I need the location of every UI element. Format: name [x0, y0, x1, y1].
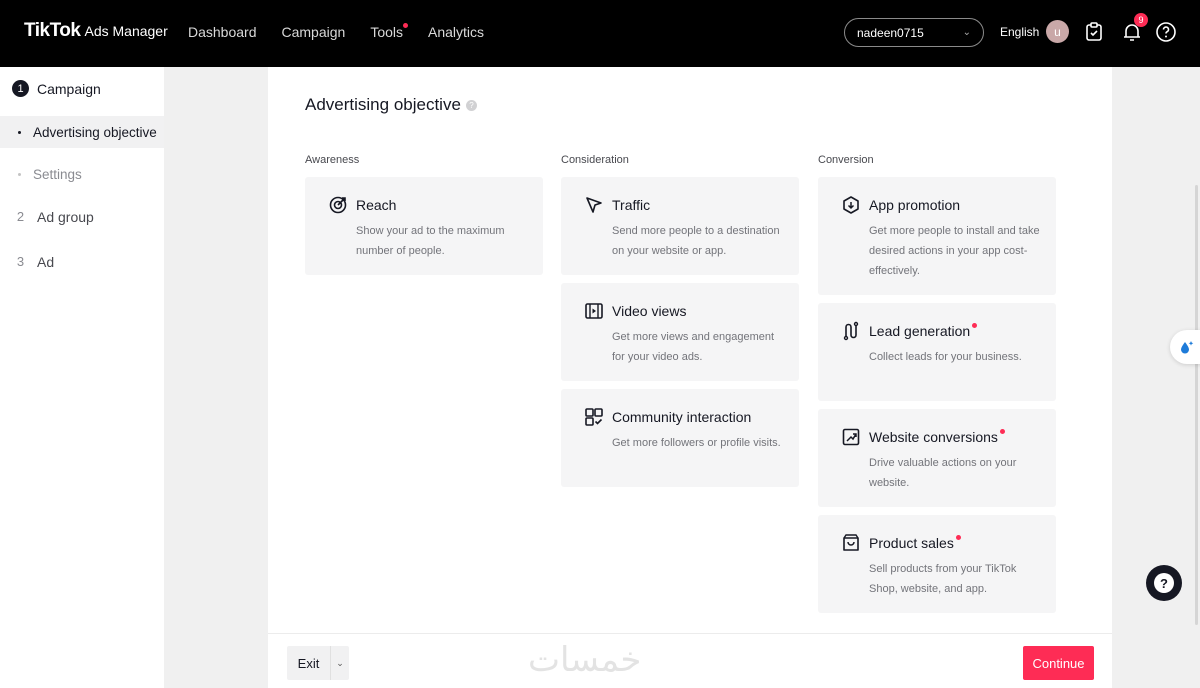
column-label-conversion: Conversion — [818, 154, 874, 166]
exit-label: Exit — [287, 646, 331, 680]
card-description: Drive valuable actions on your website. — [869, 457, 1017, 489]
bag-icon — [843, 534, 859, 551]
card-title-text: Website conversions — [869, 429, 998, 445]
new-indicator-dot — [955, 535, 961, 540]
continue-button[interactable]: Continue — [1023, 646, 1094, 680]
watermark: خمسات — [528, 640, 642, 680]
new-indicator-dot — [403, 23, 409, 28]
question-mark-icon: ? — [1154, 573, 1174, 593]
lead-icon — [843, 321, 859, 341]
card-title: Community interaction — [612, 409, 752, 425]
objective-card-reach[interactable]: Reach Show your ad to the maximum number… — [305, 177, 543, 275]
chevron-down-icon: ⌄ — [962, 27, 971, 38]
objective-card-video-views[interactable]: Video views Get more views and engagemen… — [561, 283, 799, 381]
chart-up-icon — [842, 428, 860, 446]
nav-campaign[interactable]: Campaign — [282, 24, 346, 40]
app-icon — [843, 196, 859, 214]
column-label-consideration: Consideration — [561, 154, 629, 166]
sub-item-label: Advertising objective — [33, 124, 157, 140]
card-description: Sell products from your TikTok Shop, web… — [869, 563, 1017, 595]
objective-card-traffic[interactable]: Traffic Send more people to a destinatio… — [561, 177, 799, 275]
help-chat-button[interactable]: ? — [1146, 565, 1182, 601]
language-selector[interactable]: English — [1000, 25, 1039, 39]
card-title: Reach — [356, 197, 397, 213]
account-name: nadeen0715 — [857, 25, 924, 40]
nav-tools[interactable]: Tools — [370, 23, 409, 40]
objective-card-app-promotion[interactable]: App promotion Get more people to install… — [818, 177, 1056, 295]
step-ad[interactable]: 3 Ad — [12, 253, 54, 270]
objective-card-product-sales[interactable]: Product sales Sell products from your Ti… — [818, 515, 1056, 613]
card-title: Video views — [612, 303, 687, 319]
tiktok-ads-manager-logo[interactable]: TikTok Ads Manager — [24, 20, 168, 42]
step-label: Campaign — [37, 80, 101, 97]
step-number: 2 — [16, 209, 25, 224]
page-title: Advertising objective ? — [305, 95, 477, 115]
card-description: Get more followers or profile visits. — [612, 437, 781, 449]
page-title-text: Advertising objective — [305, 95, 461, 114]
card-description: Get more people to install and take desi… — [869, 225, 1040, 277]
bullet-dot — [18, 172, 21, 176]
objective-panel: Advertising objective ? Awareness Consid… — [268, 67, 1112, 633]
card-description: Send more people to a destination on you… — [612, 225, 780, 257]
card-title: Website conversions — [869, 429, 1005, 445]
new-indicator-dot — [999, 429, 1005, 434]
cursor-icon — [586, 197, 602, 213]
video-icon — [585, 303, 603, 319]
step-ad-group[interactable]: 2 Ad group — [12, 208, 94, 225]
footer-actions: Exit ⌄ خمسات Continue — [268, 633, 1112, 688]
column-label-awareness: Awareness — [305, 154, 360, 166]
card-description: Get more views and engagement for your v… — [612, 331, 775, 363]
objective-card-website-conversions[interactable]: Website conversions Drive valuable actio… — [818, 409, 1056, 507]
card-title: Product sales — [869, 535, 961, 551]
nav-dashboard[interactable]: Dashboard — [188, 24, 257, 40]
step-number: 3 — [16, 254, 25, 269]
avatar[interactable]: u — [1046, 20, 1069, 43]
sub-item-advertising-objective[interactable]: Advertising objective — [0, 116, 164, 148]
community-icon — [585, 408, 603, 426]
step-campaign[interactable]: 1 Campaign — [12, 80, 101, 97]
card-title-text: Lead generation — [869, 323, 971, 339]
account-selector[interactable]: nadeen0715 ⌄ — [844, 18, 984, 47]
help-icon[interactable] — [1154, 20, 1178, 44]
card-title: Lead generation — [869, 323, 978, 339]
bullet-dot — [18, 130, 21, 134]
reach-icon — [329, 196, 347, 214]
notification-badge: 9 — [1134, 13, 1148, 27]
card-title: Traffic — [612, 197, 651, 213]
step-label: Ad — [37, 253, 55, 270]
card-description: Show your ad to the maximum number of pe… — [356, 225, 505, 257]
sub-item-settings[interactable]: Settings — [0, 158, 164, 190]
sub-item-label: Settings — [33, 166, 82, 182]
main-nav: Dashboard Campaign Tools Analytics — [188, 23, 484, 40]
nav-tools-label: Tools — [370, 24, 404, 40]
nav-analytics[interactable]: Analytics — [428, 24, 484, 40]
chevron-down-icon[interactable]: ⌄ — [331, 646, 349, 680]
new-indicator-dot — [972, 323, 978, 328]
brand-name: TikTok — [24, 20, 81, 41]
step-number: 1 — [12, 80, 29, 97]
card-title-text: Product sales — [869, 535, 954, 551]
exit-button[interactable]: Exit ⌄ — [287, 646, 349, 680]
top-navigation-bar: TikTok Ads Manager Dashboard Campaign To… — [0, 0, 1200, 67]
clipboard-check-icon[interactable] — [1082, 20, 1106, 44]
card-description: Collect leads for your business. — [869, 351, 1022, 363]
sparkle-drop-icon — [1181, 341, 1194, 354]
card-title: App promotion — [869, 197, 961, 213]
objective-card-lead-generation[interactable]: Lead generation Collect leads for your b… — [818, 303, 1056, 401]
objective-card-community-interaction[interactable]: Community interaction Get more followers… — [561, 389, 799, 487]
brand-subtitle: Ads Manager — [84, 23, 168, 39]
scrollbar[interactable] — [1195, 185, 1198, 625]
campaign-steps-sidebar: 1 Campaign Advertising objective Setting… — [0, 67, 164, 688]
assistant-tab[interactable] — [1170, 330, 1200, 364]
help-circle-icon[interactable]: ? — [465, 99, 477, 111]
step-label: Ad group — [37, 208, 94, 225]
